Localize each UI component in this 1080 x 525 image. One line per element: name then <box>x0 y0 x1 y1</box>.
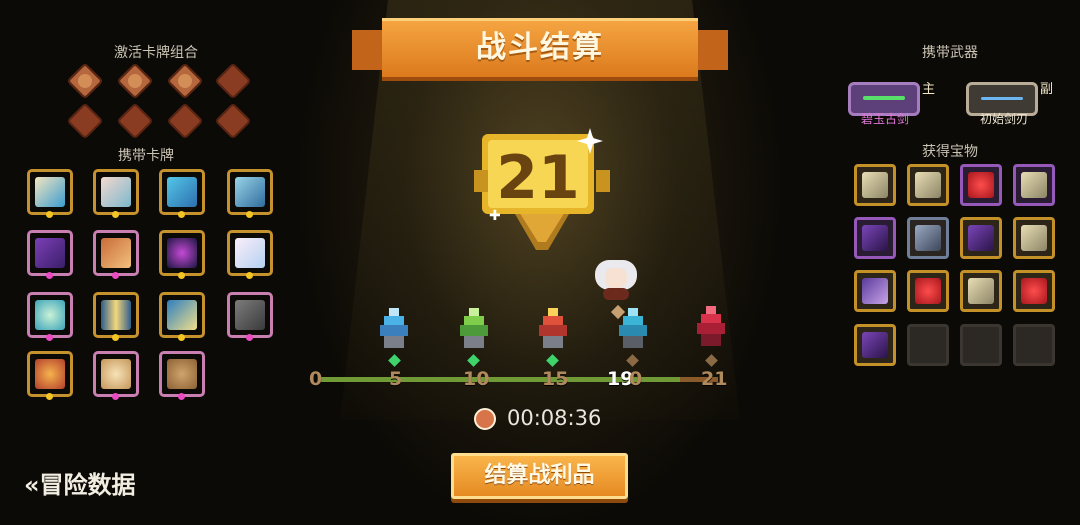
card-slot[interactable] <box>159 351 205 400</box>
card-slot[interactable] <box>93 230 139 279</box>
treasure-slot[interactable] <box>960 270 1002 312</box>
combos-title: 激活卡牌组合 <box>114 45 198 61</box>
starter-blade-icon <box>981 97 1023 100</box>
treasure-slot[interactable] <box>1013 217 1055 259</box>
treasure-slot[interactable] <box>907 270 949 312</box>
main-weapon-tag: 主 <box>922 82 936 97</box>
clock-icon <box>474 408 496 430</box>
tick-label: 5 <box>389 368 403 390</box>
treasure-slot[interactable] <box>854 324 896 366</box>
card-slot[interactable] <box>227 230 273 279</box>
treasures-title: 获得宝物 <box>922 144 978 160</box>
tick-label: 21 <box>701 368 728 390</box>
result-banner: 战斗结算 <box>352 12 728 90</box>
weapon-sub-name: 初始剑刃 <box>980 112 1029 126</box>
tower-icon-1 <box>378 308 410 348</box>
adventure-data-link[interactable]: «冒险数据 <box>24 465 136 500</box>
card-slot[interactable] <box>27 351 73 400</box>
banner-title: 战斗结算 <box>476 30 604 65</box>
card-slot[interactable] <box>93 292 139 341</box>
jade-sword-icon <box>863 96 905 100</box>
sparkle-icon: ✚ <box>489 208 501 224</box>
treasure-slot-empty <box>1013 324 1055 366</box>
card-slot[interactable] <box>227 292 273 341</box>
treasure-slot[interactable] <box>960 164 1002 206</box>
elapsed-time: 00:08:36 <box>507 406 602 430</box>
tick-label: 0 <box>629 368 643 390</box>
trophy-icon: 21 <box>474 128 610 250</box>
treasure-slot-empty <box>907 324 949 366</box>
treasure-slot[interactable] <box>1013 164 1055 206</box>
treasure-slot[interactable] <box>854 270 896 312</box>
treasure-slot[interactable] <box>907 217 949 259</box>
card-slot[interactable] <box>159 169 205 218</box>
player-avatar <box>593 252 641 300</box>
treasure-slot[interactable] <box>854 164 896 206</box>
card-slot[interactable] <box>27 292 73 341</box>
treasure-slot[interactable] <box>907 164 949 206</box>
weapons-title: 携带武器 <box>922 45 978 61</box>
score-emblem: 21 <box>468 122 616 257</box>
tick-label: 0 <box>309 368 323 390</box>
card-slot[interactable] <box>27 169 73 218</box>
tower-icon-3 <box>537 308 569 348</box>
card-slot[interactable] <box>93 351 139 400</box>
card-slot[interactable] <box>159 292 205 341</box>
progress-track <box>318 377 718 382</box>
claim-loot-button[interactable]: 结算战利品 <box>451 453 628 499</box>
tick-label: 15 <box>542 368 569 390</box>
sub-weapon-tag: 副 <box>1040 82 1054 97</box>
weapon-main-name: 碧玉古剑 <box>861 112 910 126</box>
treasure-slot[interactable] <box>854 217 896 259</box>
card-slot[interactable] <box>93 169 139 218</box>
tower-icon-4 <box>617 308 649 348</box>
treasure-slot[interactable] <box>1013 270 1055 312</box>
card-slot[interactable] <box>227 169 273 218</box>
card-slot[interactable] <box>159 230 205 279</box>
tower-icon-2 <box>458 308 490 348</box>
tower-icon-5 <box>695 306 727 346</box>
score-value: 21 <box>496 143 580 213</box>
card-slot[interactable] <box>27 230 73 279</box>
tick-label: 10 <box>463 368 490 390</box>
cards-title: 携带卡牌 <box>118 148 174 164</box>
treasure-slot-empty <box>960 324 1002 366</box>
treasure-slot[interactable] <box>960 217 1002 259</box>
